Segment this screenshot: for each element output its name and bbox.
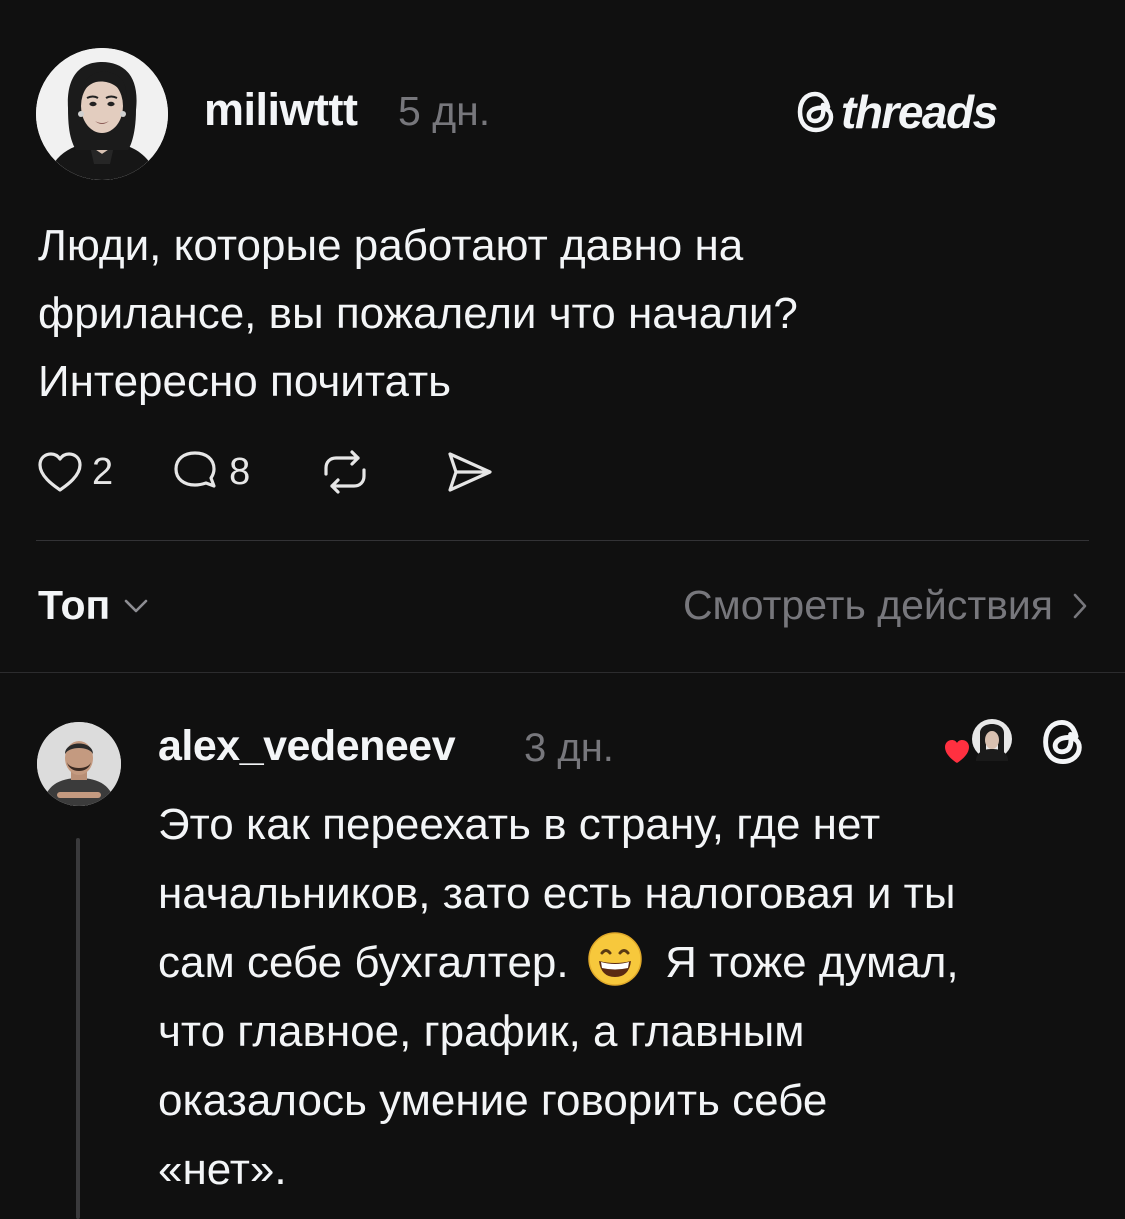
view-activity-label: Смотреть действия xyxy=(682,582,1053,628)
share-button[interactable] xyxy=(444,448,496,496)
sort-label: Топ xyxy=(38,582,111,628)
threads-logo-icon xyxy=(797,91,834,133)
post-body: Люди, которые работают давно на фрилансе… xyxy=(38,212,1098,416)
divider xyxy=(36,540,1089,541)
heart-outline-icon xyxy=(38,452,82,492)
speech-bubble-icon xyxy=(174,451,216,488)
reply-text-line: Это как переехать в страну, где нет xyxy=(158,800,881,849)
post-timestamp: 5 дн. xyxy=(398,88,491,134)
view-activity-link[interactable]: Смотреть действия xyxy=(683,582,1089,629)
reply-text-line: сам себе бухгалтер. Я тоже думал, xyxy=(158,928,1108,997)
reply-thread-line xyxy=(76,838,80,1219)
reply-text-fragment: Я тоже думал, xyxy=(665,938,959,987)
post-text-line: Люди, которые работают давно на xyxy=(38,221,744,270)
reply-author-username[interactable]: alex_vedeneev xyxy=(158,722,456,771)
liked-by-author-badge xyxy=(942,713,1014,769)
reply-timestamp: 3 дн. xyxy=(524,726,614,770)
threads-logo-icon[interactable] xyxy=(1038,717,1088,767)
comment-button[interactable]: 8 xyxy=(169,448,250,496)
comment-count: 8 xyxy=(229,450,251,493)
grinning-face-emoji-icon xyxy=(588,932,642,986)
author-avatar[interactable] xyxy=(36,48,168,180)
author-username[interactable]: miliwttt xyxy=(204,84,358,136)
reply-author-avatar[interactable] xyxy=(37,722,121,806)
like-button[interactable]: 2 xyxy=(36,450,113,494)
reply-text-line: начальников, зато есть налоговая и ты xyxy=(158,869,956,918)
paper-plane-icon xyxy=(448,452,492,492)
chevron-right-icon xyxy=(1073,593,1087,618)
repost-button[interactable] xyxy=(318,448,372,496)
chevron-down-icon xyxy=(124,599,148,612)
repost-arrows-icon xyxy=(324,450,366,494)
threads-wordmark: threads xyxy=(841,86,998,138)
author-portrait-image xyxy=(36,48,168,180)
reply-body: Это как переехать в страну, где нет нача… xyxy=(158,790,1108,1204)
post-text-line: фрилансе, вы пожалели что начали? xyxy=(38,289,798,338)
liked-by-author-icon xyxy=(945,719,1012,763)
reply-author-portrait-image xyxy=(37,722,121,806)
reply-text-line: оказалось умение говорить себе xyxy=(158,1076,828,1125)
reply-text-line: «нет». xyxy=(158,1145,287,1194)
divider xyxy=(0,672,1125,673)
threads-brand: threads xyxy=(795,84,998,140)
post-text-line: Интересно почитать xyxy=(38,357,452,406)
like-count: 2 xyxy=(92,450,114,493)
reply-text-line: что главное, график, а главным xyxy=(158,1007,805,1056)
post-actions: 2 8 xyxy=(36,444,496,500)
reply-text-fragment: сам себе бухгалтер. xyxy=(158,938,569,987)
sort-dropdown[interactable]: Топ xyxy=(38,582,150,629)
